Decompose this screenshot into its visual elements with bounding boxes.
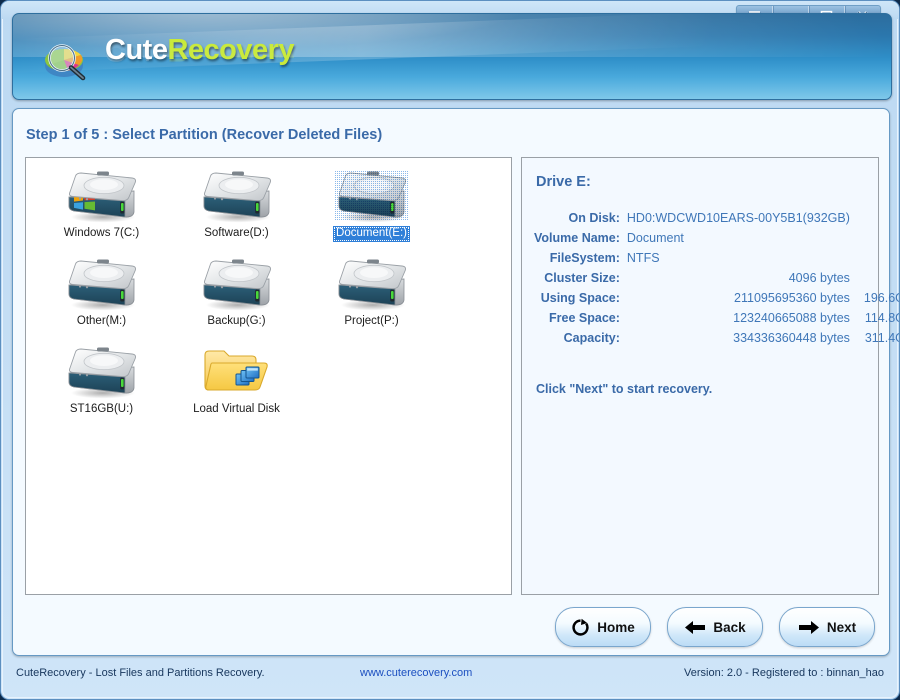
- info-row-value-secondary: [850, 228, 899, 248]
- drive-list-panel: Windows 7(C:) Software(D:) Document(E:) …: [25, 157, 512, 595]
- drive-info-table: On Disk: HD0:WDCWD10EARS-00Y5B1(932GB) Vol…: [534, 208, 899, 348]
- brand-wordmark: CuteRecovery: [105, 34, 295, 66]
- brand-text-accent: Recovery: [167, 34, 295, 66]
- info-row-key: On Disk:: [568, 211, 620, 225]
- info-row: Volume Name: Document: [534, 228, 899, 248]
- info-row: Using Space: 211095695360 bytes 196.6GB: [534, 288, 899, 308]
- hard-drive-icon: [60, 342, 144, 400]
- next-button[interactable]: Next: [779, 607, 875, 647]
- drive-item[interactable]: Load Virtual Disk: [169, 342, 304, 430]
- info-row-value-secondary: [850, 208, 899, 228]
- info-row-value-secondary: 114.8GB: [864, 311, 899, 325]
- info-row-key: FileSystem:: [549, 251, 620, 265]
- back-button[interactable]: Back: [667, 607, 763, 647]
- info-row-value-secondary: [850, 268, 899, 288]
- drive-item-label: Software(D:): [204, 227, 269, 239]
- drive-item[interactable]: Document(E:): [304, 166, 439, 254]
- info-row-value: 4096 bytes: [788, 271, 850, 285]
- info-row-value-secondary: [850, 248, 899, 268]
- info-row-value-secondary: 196.6GB: [863, 291, 899, 305]
- drive-item-label: Windows 7(C:): [63, 227, 140, 239]
- drive-grid: Windows 7(C:) Software(D:) Document(E:) …: [34, 166, 454, 430]
- drive-info-title: Drive E:: [536, 174, 591, 190]
- drive-item[interactable]: Software(D:): [169, 166, 304, 254]
- hard-drive-icon: [195, 166, 279, 224]
- home-button-label: Home: [597, 619, 635, 635]
- app-header-banner: CuteRecovery CuteRecovery: [12, 13, 892, 100]
- info-row: On Disk: HD0:WDCWD10EARS-00Y5B1(932GB): [534, 208, 899, 228]
- application-window: CuteRecovery CuteRecovery Step 1 of 5 : …: [0, 0, 900, 700]
- arrow-right-icon: [798, 620, 820, 635]
- drive-item-label: Load Virtual Disk: [193, 403, 280, 415]
- arrow-left-icon: [684, 620, 706, 635]
- home-button[interactable]: Home: [555, 607, 651, 647]
- info-row-key: Volume Name:: [534, 231, 620, 245]
- status-footer: CuteRecovery - Lost Files and Partitions…: [12, 663, 890, 685]
- virtual-disk-folder-icon: [195, 342, 279, 400]
- info-row-key: Using Space:: [540, 291, 620, 305]
- info-row: Free Space: 123240665088 bytes 114.8GB: [534, 308, 899, 328]
- drive-item[interactable]: Windows 7(C:): [34, 166, 169, 254]
- drive-item-label: Backup(G:): [207, 315, 266, 327]
- refresh-circle-icon: [571, 618, 590, 637]
- hard-drive-windows-icon: [60, 166, 144, 224]
- drive-item-label: Project(P:): [344, 315, 399, 327]
- disk-magnifier-logo-icon: [38, 36, 96, 82]
- drive-item[interactable]: Other(M:): [34, 254, 169, 342]
- info-row-value: HD0:WDCWD10EARS-00Y5B1(932GB): [626, 211, 850, 225]
- drive-item-label: ST16GB(U:): [69, 403, 134, 415]
- info-row: Cluster Size: 4096 bytes: [534, 268, 899, 288]
- page-title: Step 1 of 5 : Select Partition (Recover …: [26, 127, 383, 143]
- next-button-label: Next: [826, 619, 857, 635]
- footer-version-info: Version: 2.0 - Registered to : binnan_ha…: [684, 667, 884, 679]
- footer-tagline: CuteRecovery - Lost Files and Partitions…: [16, 667, 265, 679]
- brand-text-primary: Cute: [105, 34, 168, 66]
- drive-info-note: Click "Next" to start recovery.: [536, 382, 713, 396]
- drive-item[interactable]: ST16GB(U:): [34, 342, 169, 430]
- info-row-key: Free Space:: [549, 311, 620, 325]
- info-row-value: NTFS: [626, 251, 660, 265]
- drive-item[interactable]: Backup(G:): [169, 254, 304, 342]
- drive-item[interactable]: Project(P:): [304, 254, 439, 342]
- info-row-value: 334336360448 bytes: [733, 331, 850, 345]
- content-card: Step 1 of 5 : Select Partition (Recover …: [12, 108, 899, 656]
- info-row-value: Document: [626, 231, 684, 245]
- drive-item-label: Document(E:): [333, 226, 410, 242]
- hard-drive-icon: [330, 254, 414, 312]
- info-row-value: 211095695360 bytes: [734, 291, 850, 305]
- info-row-key: Capacity:: [563, 331, 620, 345]
- footer-website-link[interactable]: www.cuterecovery.com: [360, 667, 472, 679]
- hard-drive-icon: [330, 166, 414, 224]
- info-row-value: 123240665088 bytes: [733, 311, 850, 325]
- wizard-navigation: Home Back Next: [555, 607, 875, 647]
- hard-drive-icon: [195, 254, 279, 312]
- hard-drive-icon: [60, 254, 144, 312]
- drive-item-label: Other(M:): [76, 315, 127, 327]
- back-button-label: Back: [713, 619, 746, 635]
- info-row: FileSystem: NTFS: [534, 248, 899, 268]
- drive-info-panel: Drive E: On Disk: HD0:WDCWD10EARS-00Y5B1(…: [521, 157, 899, 595]
- info-row-value-secondary: 311.4GB: [864, 331, 899, 345]
- info-row-key: Cluster Size:: [544, 271, 620, 285]
- info-row: Capacity: 334336360448 bytes 311.4GB: [534, 328, 899, 348]
